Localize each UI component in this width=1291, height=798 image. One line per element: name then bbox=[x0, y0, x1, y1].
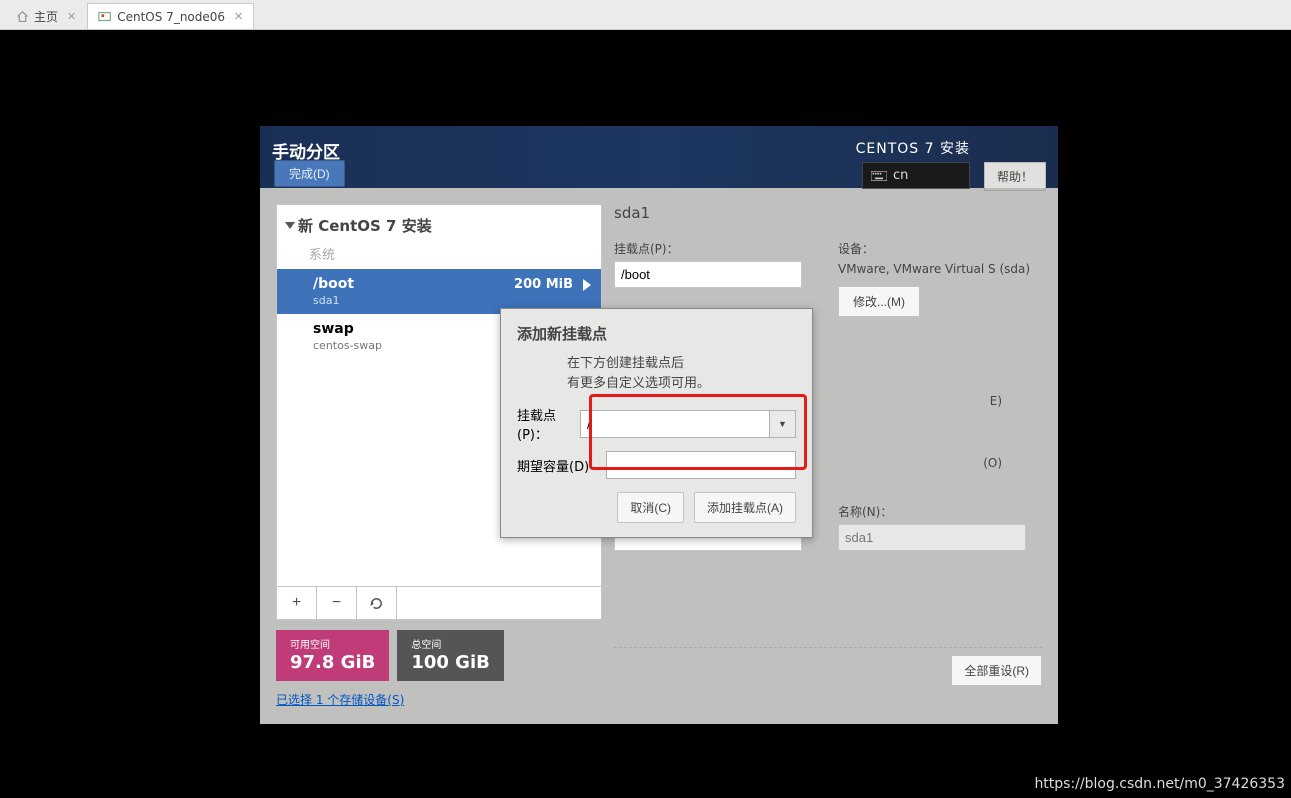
selected-device-title: sda1 bbox=[614, 204, 1042, 222]
total-space-label: 总空间 bbox=[411, 636, 490, 651]
keyboard-icon bbox=[871, 171, 887, 181]
home-icon bbox=[16, 10, 29, 23]
keyboard-indicator[interactable]: cn bbox=[862, 162, 970, 189]
dropdown-button[interactable]: ▼ bbox=[770, 410, 796, 438]
install-group-label: 新 CentOS 7 安装 bbox=[298, 215, 432, 236]
name-label: 名称(N)： bbox=[838, 503, 1042, 520]
partition-toolbar: + − bbox=[276, 587, 602, 620]
dialog-mount-label: 挂载点(P)： bbox=[517, 405, 572, 443]
reload-button[interactable] bbox=[357, 587, 397, 619]
mount-point-label: 挂载点(P)： bbox=[614, 240, 818, 257]
system-label: 系统 bbox=[277, 242, 601, 269]
done-button[interactable]: 完成(D) bbox=[274, 160, 345, 187]
home-tab[interactable]: 主页 ✕ bbox=[5, 3, 87, 29]
name-input bbox=[838, 524, 1026, 551]
close-icon[interactable]: ✕ bbox=[234, 10, 243, 23]
available-space-value: 97.8 GiB bbox=[290, 652, 375, 673]
mount-point-input[interactable] bbox=[614, 261, 802, 288]
install-group-header[interactable]: 新 CentOS 7 安装 bbox=[277, 205, 601, 242]
dialog-mount-input[interactable] bbox=[580, 410, 770, 438]
add-partition-button[interactable]: + bbox=[277, 587, 317, 619]
vm-tab-label: CentOS 7_node06 bbox=[117, 10, 225, 24]
installer-window: 手动分区 完成(D) CENTOS 7 安装 cn 帮助！ 新 CentOS 7… bbox=[259, 125, 1059, 725]
storage-devices-link[interactable]: 已选择 1 个存储设备(S) bbox=[276, 691, 602, 708]
vmware-tab-bar: 主页 ✕ CentOS 7_node06 ✕ bbox=[0, 0, 1291, 30]
reset-all-button[interactable]: 全部重设(R) bbox=[951, 655, 1042, 686]
obscured-text-o: (O) bbox=[983, 456, 1002, 470]
caret-down-icon bbox=[285, 222, 295, 229]
device-label: 设备： bbox=[838, 240, 1042, 257]
cancel-button[interactable]: 取消(C) bbox=[617, 492, 684, 523]
home-tab-label: 主页 bbox=[34, 8, 58, 25]
obscured-text-e: E) bbox=[990, 394, 1002, 408]
watermark: https://blog.csdn.net/m0_37426353 bbox=[1034, 776, 1285, 792]
installer-header: 手动分区 完成(D) CENTOS 7 安装 cn 帮助！ bbox=[260, 126, 1058, 188]
add-mount-button[interactable]: 添加挂载点(A) bbox=[694, 492, 796, 523]
total-space-value: 100 GiB bbox=[411, 652, 490, 673]
modify-button[interactable]: 修改...(M) bbox=[838, 286, 920, 317]
vm-icon bbox=[98, 10, 112, 24]
keyboard-layout: cn bbox=[893, 168, 908, 183]
dialog-size-input[interactable] bbox=[606, 451, 796, 479]
separator bbox=[614, 647, 1042, 648]
product-title: CENTOS 7 安装 bbox=[856, 138, 970, 158]
vm-tab[interactable]: CentOS 7_node06 ✕ bbox=[87, 3, 254, 29]
total-space-box: 总空间 100 GiB bbox=[397, 630, 504, 681]
space-summary: 可用空间 97.8 GiB 总空间 100 GiB bbox=[276, 630, 602, 681]
available-space-box: 可用空间 97.8 GiB bbox=[276, 630, 389, 681]
device-value: VMware, VMware Virtual S (sda) bbox=[838, 261, 1042, 278]
reload-icon bbox=[369, 596, 384, 611]
help-button[interactable]: 帮助！ bbox=[984, 162, 1046, 191]
dialog-description: 在下方创建挂载点后 有更多自定义选项可用。 bbox=[567, 354, 796, 393]
close-icon[interactable]: ✕ bbox=[67, 10, 76, 23]
partition-device: sda1 bbox=[313, 294, 589, 307]
available-space-label: 可用空间 bbox=[290, 636, 375, 651]
remove-partition-button[interactable]: − bbox=[317, 587, 357, 619]
partition-size: 200 MiB bbox=[514, 277, 573, 292]
chevron-right-icon bbox=[583, 279, 591, 291]
add-mount-point-dialog: 添加新挂载点 在下方创建挂载点后 有更多自定义选项可用。 挂载点(P)： ▼ 期… bbox=[500, 308, 813, 538]
dialog-title: 添加新挂载点 bbox=[517, 323, 796, 344]
dialog-size-label: 期望容量(D) bbox=[517, 456, 598, 475]
